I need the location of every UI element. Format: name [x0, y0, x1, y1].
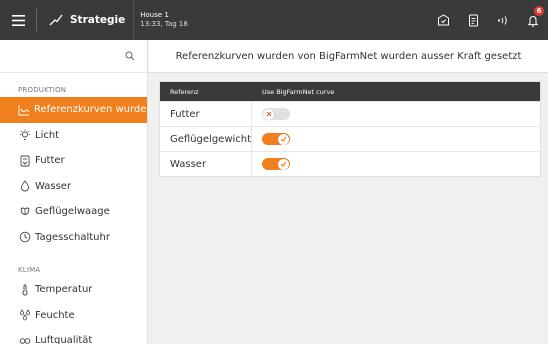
table-header: Referenz Use BigFarmNet curve: [160, 82, 540, 101]
page-title: Referenzkurven wurden von BigFarmNet wur…: [149, 40, 548, 73]
scale-icon: [18, 205, 31, 218]
sidebar-item-label: Feuchte: [35, 309, 75, 321]
table-row: Wasser: [160, 151, 540, 177]
sidebar-item-label: Temperatur: [35, 284, 93, 296]
notification-badge: 6: [534, 6, 544, 16]
sidebar-item-temperatur[interactable]: Temperatur: [0, 277, 147, 303]
row-referenz: Futter: [160, 101, 252, 127]
house-name: House 1: [140, 11, 169, 19]
sidebar-item-futter[interactable]: Futter: [0, 148, 147, 174]
document-icon: [468, 14, 478, 26]
strategy-label: Strategie: [70, 14, 126, 26]
section-label-klima: KLIMA: [18, 266, 41, 274]
sidebar-item-luftqualitaet[interactable]: Luftqualität: [0, 328, 147, 344]
sidebar-item-label: Referenzkurven wurde…: [34, 104, 148, 116]
column-header-referenz: Referenz: [170, 87, 199, 96]
sidebar-item-label: Licht: [35, 129, 60, 141]
sidebar-item-licht[interactable]: Licht: [0, 123, 147, 149]
notifications-button[interactable]: 6: [518, 0, 548, 40]
sidebar-item-label: Futter: [35, 155, 65, 167]
column-header-use-curve: Use BigFarmNet curve: [262, 87, 335, 96]
use-curve-toggle[interactable]: [262, 108, 290, 120]
humidity-icon: [18, 309, 31, 322]
signal-button[interactable]: [488, 0, 518, 40]
check-icon: [280, 136, 287, 142]
feed-icon: [18, 154, 31, 167]
report-button[interactable]: [458, 0, 488, 40]
strategy-button[interactable]: Strategie: [37, 0, 133, 40]
toggle-knob: [278, 133, 289, 145]
sidebar-item-wasser[interactable]: Wasser: [0, 174, 147, 200]
check-icon: [280, 161, 287, 167]
use-curve-toggle[interactable]: [262, 133, 290, 145]
toggle-knob: [278, 158, 289, 170]
row-referenz: Geflügelgewicht: [160, 126, 252, 152]
top-bar: Strategie House 1 13:33, Tag 18 6: [0, 0, 548, 40]
sidebar-item-label: Wasser: [35, 180, 72, 192]
water-drop-icon: [18, 180, 31, 193]
hamburger-menu-button[interactable]: [0, 0, 36, 40]
section-label-produktion: PRODUKTION: [18, 86, 67, 94]
air-quality-icon: [18, 334, 31, 344]
house-selector[interactable]: House 1 13:33, Tag 18: [133, 0, 194, 40]
use-curve-toggle[interactable]: [262, 158, 290, 170]
toggle-knob: [263, 108, 274, 120]
sidebar-item-label: Luftqualität: [35, 335, 93, 344]
table-row: Geflügelgewicht: [160, 126, 540, 152]
topbar-icons: 6: [428, 0, 548, 40]
x-icon: [266, 111, 271, 117]
sidebar-item-tagesschaltuhr[interactable]: Tagesschaltuhr: [0, 225, 147, 251]
envelope-check-icon: [437, 14, 449, 26]
sidebar-search[interactable]: [0, 40, 147, 73]
light-icon: [18, 129, 31, 142]
house-time: 13:33, Tag 18: [140, 20, 188, 28]
sidebar-item-feuchte[interactable]: Feuchte: [0, 303, 147, 329]
row-referenz: Wasser: [160, 151, 252, 177]
clock-icon: [18, 231, 31, 244]
curve-icon: [18, 103, 30, 116]
strategy-curve-icon: [49, 14, 63, 26]
signal-icon: [497, 15, 507, 25]
alarm-overview-button[interactable]: [428, 0, 458, 40]
hamburger-icon: [11, 14, 25, 26]
search-icon: [125, 51, 135, 61]
sidebar: PRODUKTION Referenzkurven wurde… Licht F…: [0, 40, 148, 344]
sidebar-item-label: Tagesschaltuhr: [35, 231, 110, 243]
table-row: Futter: [160, 101, 540, 127]
main-content: Referenzkurven wurden von BigFarmNet wur…: [149, 40, 548, 344]
sidebar-item-gefluegelwaage[interactable]: Geflügelwaage: [0, 199, 147, 225]
thermometer-icon: [18, 283, 31, 296]
reference-table: Referenz Use BigFarmNet curve Futter Gef…: [159, 81, 541, 177]
sidebar-item-label: Geflügelwaage: [35, 206, 110, 218]
sidebar-item-referenzkurven[interactable]: Referenzkurven wurde…: [0, 97, 147, 123]
